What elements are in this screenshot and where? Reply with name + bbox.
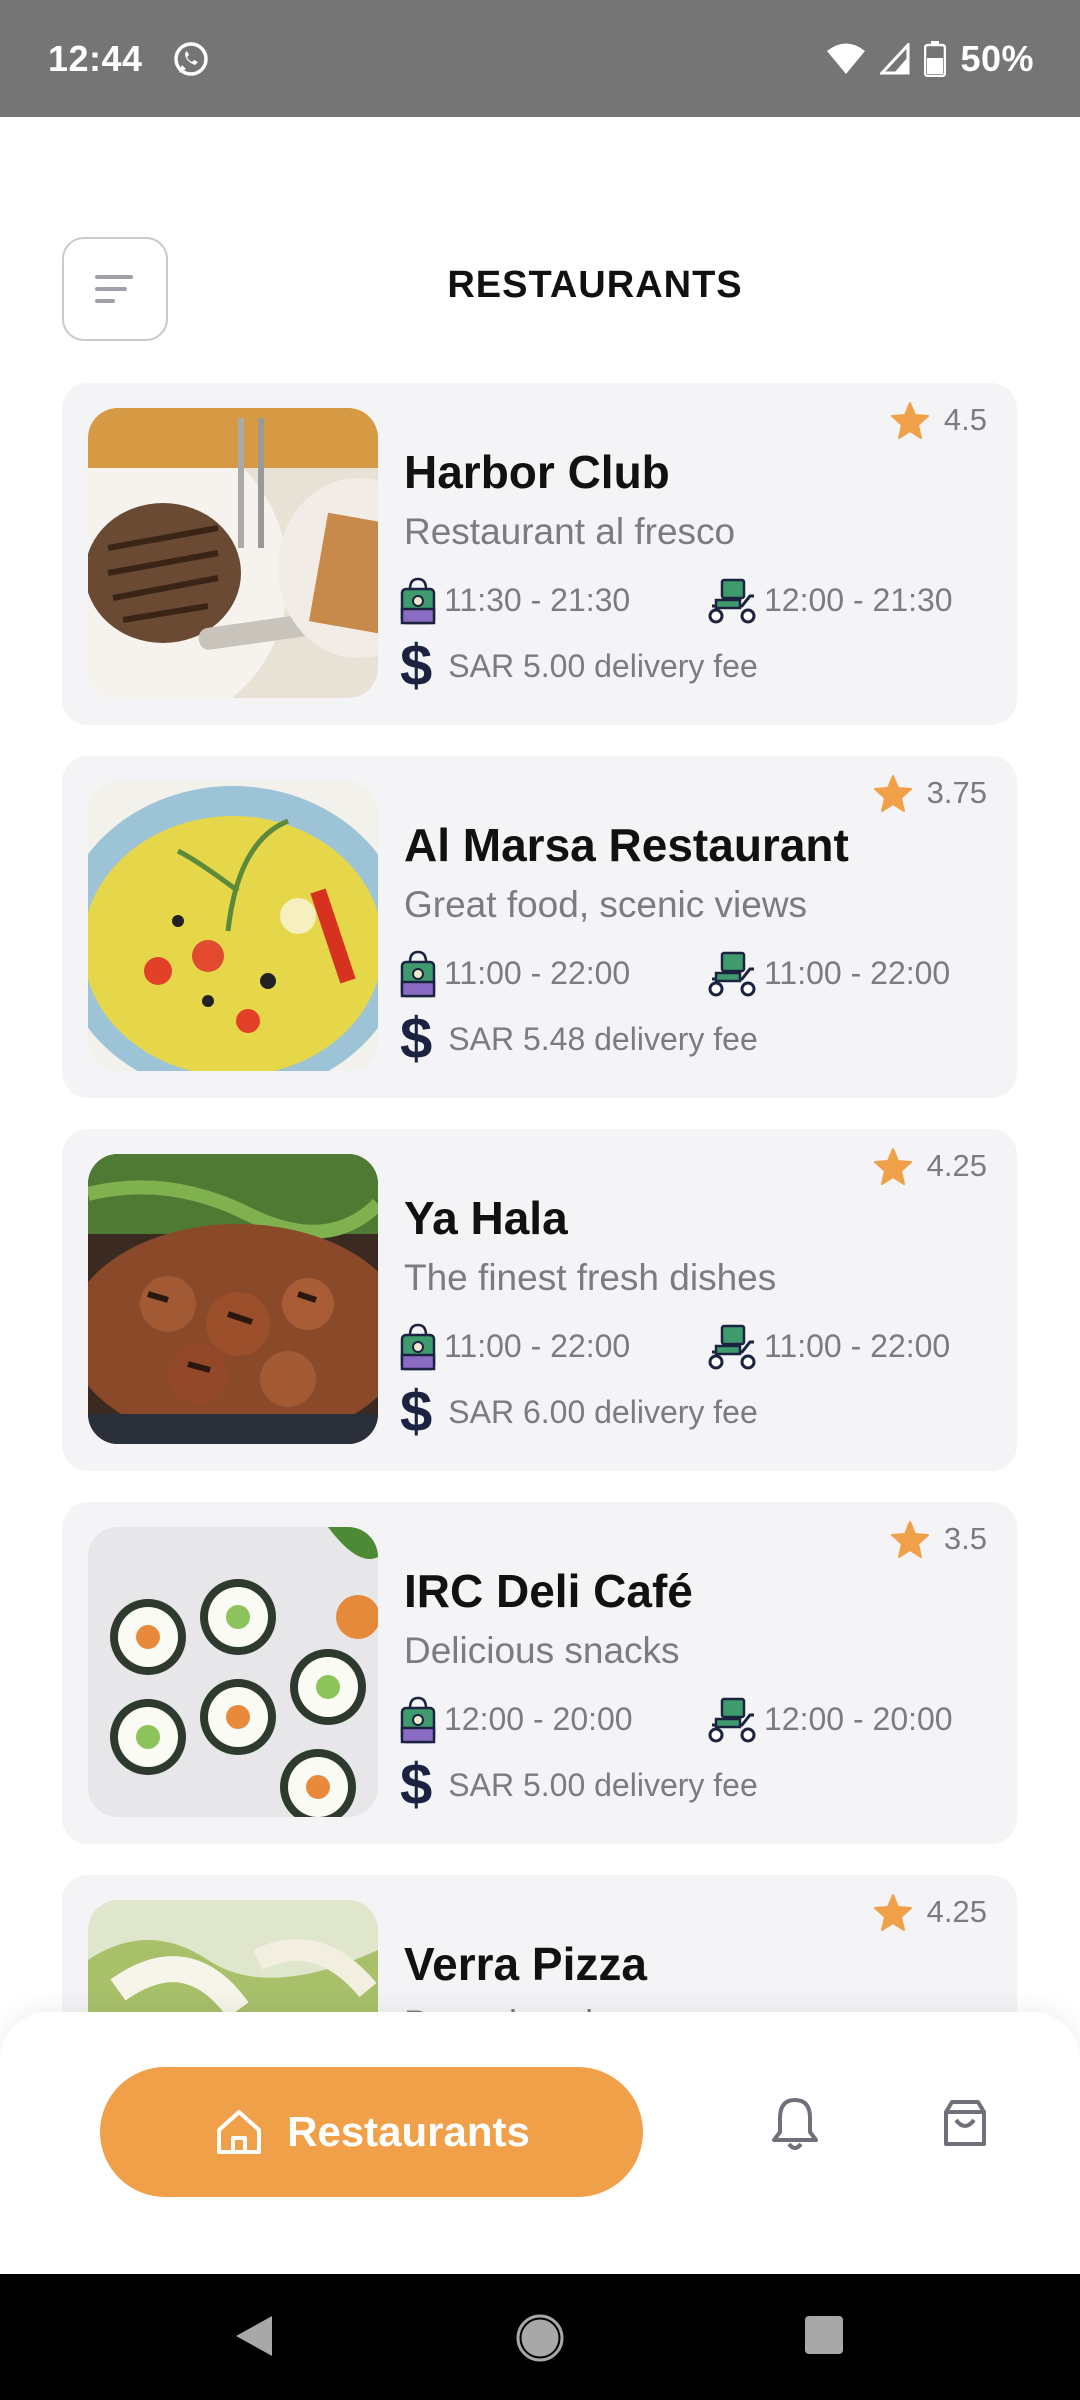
system-nav-bar bbox=[0, 2274, 1080, 2400]
restaurant-image bbox=[88, 781, 378, 1071]
shopping-bag-icon bbox=[944, 2100, 986, 2146]
rating: 3.5 bbox=[890, 1520, 987, 1558]
signal-icon bbox=[880, 42, 910, 74]
restaurant-name: Ya Hala bbox=[404, 1192, 568, 1244]
delivery-scooter-icon bbox=[708, 1324, 756, 1370]
pickup-hours-text: 11:30 - 21:30 bbox=[444, 581, 631, 618]
home-icon bbox=[217, 2110, 262, 2154]
star-icon bbox=[890, 1521, 929, 1558]
nav-restaurants-tab[interactable]: Restaurants bbox=[100, 2067, 643, 2197]
dollar-icon: $ bbox=[400, 1006, 433, 1071]
hours-row: 12:00 - 20:00 12:00 - 20:00 bbox=[398, 1694, 953, 1744]
restaurant-card[interactable]: 4.25 Ya Hala The finest fresh dishes 11:… bbox=[62, 1129, 1017, 1471]
nav-restaurants-label: Restaurants bbox=[287, 2108, 530, 2155]
delivery-fee-text: SAR 6.00 delivery fee bbox=[448, 1393, 758, 1430]
delivery-hours-text: 12:00 - 20:00 bbox=[764, 1700, 953, 1737]
restaurant-image bbox=[88, 408, 378, 698]
page-title: RESTAURANTS bbox=[447, 264, 743, 306]
delivery-hours-text: 11:00 - 22:00 bbox=[764, 1327, 951, 1364]
restaurant-image bbox=[88, 1900, 378, 2013]
restaurant-card[interactable]: 4.5 Harbor Club Restaurant al fresco 11:… bbox=[62, 383, 1017, 725]
rating-value: 4.25 bbox=[926, 1894, 987, 1929]
pickup-hours-text: 12:00 - 20:00 bbox=[444, 1700, 633, 1737]
whatsapp-icon bbox=[173, 41, 208, 76]
star-icon bbox=[873, 1894, 912, 1931]
delivery-fee: $ SAR 5.00 delivery fee bbox=[400, 1756, 758, 1814]
pickup-hours: 12:00 - 20:00 bbox=[398, 1694, 633, 1744]
delivery-hours-text: 12:00 - 21:30 bbox=[764, 581, 953, 618]
dollar-icon: $ bbox=[400, 1752, 433, 1817]
dollar-icon: $ bbox=[400, 1379, 433, 1444]
rating-value: 4.25 bbox=[926, 1148, 987, 1183]
star-icon bbox=[873, 775, 912, 812]
restaurant-name: Verra Pizza bbox=[404, 1938, 647, 1990]
rating: 4.5 bbox=[890, 401, 987, 439]
header: RESTAURANTS bbox=[0, 230, 1080, 341]
notifications-button[interactable] bbox=[762, 2090, 828, 2156]
delivery-scooter-icon bbox=[708, 1697, 756, 1743]
pickup-hours-text: 11:00 - 22:00 bbox=[444, 1327, 631, 1364]
hours-row: 11:00 - 22:00 11:00 - 22:00 bbox=[398, 1321, 950, 1371]
pickup-hours: 11:30 - 21:30 bbox=[398, 575, 630, 625]
restaurant-name: Al Marsa Restaurant bbox=[404, 819, 849, 871]
cart-button[interactable] bbox=[932, 2090, 998, 2156]
pickup-hours: 11:00 - 22:00 bbox=[398, 1321, 630, 1371]
delivery-fee: $ SAR 6.00 delivery fee bbox=[400, 1383, 758, 1441]
home-circle-icon[interactable] bbox=[516, 2314, 564, 2362]
rating: 4.25 bbox=[873, 1147, 987, 1185]
delivery-hours-text: 11:00 - 22:00 bbox=[764, 954, 951, 991]
star-icon bbox=[890, 402, 929, 439]
restaurant-card[interactable]: 3.5 IRC Deli Café Delicious snacks 12:00… bbox=[62, 1502, 1017, 1844]
hours-row: 11:00 - 22:00 11:00 - 22:00 bbox=[398, 948, 950, 998]
restaurant-tagline: Restaurant al fresco bbox=[404, 511, 736, 552]
bottom-nav: Restaurants bbox=[0, 2012, 1080, 2274]
bell-icon bbox=[772, 2098, 818, 2150]
pickup-icon bbox=[400, 950, 436, 998]
delivery-hours: 11:00 - 22:00 bbox=[706, 1322, 950, 1370]
restaurant-tagline: Great food, scenic views bbox=[404, 884, 808, 925]
delivery-hours: 12:00 - 21:30 bbox=[706, 576, 953, 624]
dollar-icon: $ bbox=[400, 633, 433, 698]
rating: 4.25 bbox=[873, 1893, 987, 1931]
delivery-scooter-icon bbox=[708, 578, 756, 624]
pickup-icon bbox=[400, 1323, 436, 1371]
pickup-hours-text: 11:00 - 22:00 bbox=[444, 954, 631, 991]
restaurant-image bbox=[88, 1154, 378, 1444]
star-icon bbox=[873, 1148, 912, 1185]
delivery-fee: $ SAR 5.00 delivery fee bbox=[400, 637, 758, 695]
back-icon[interactable] bbox=[232, 2314, 274, 2358]
restaurant-tagline: The finest fresh dishes bbox=[404, 1257, 777, 1298]
restaurant-tagline: Delicious snacks bbox=[404, 1630, 680, 1671]
rating: 3.75 bbox=[873, 774, 987, 812]
battery-icon bbox=[924, 40, 947, 77]
delivery-hours: 12:00 - 20:00 bbox=[706, 1695, 953, 1743]
rating-value: 3.75 bbox=[926, 775, 987, 810]
recents-icon[interactable] bbox=[803, 2314, 845, 2356]
rating-value: 3.5 bbox=[943, 1521, 987, 1556]
delivery-fee-text: SAR 5.00 delivery fee bbox=[448, 1766, 758, 1803]
battery-percent: 50% bbox=[960, 37, 1034, 79]
restaurant-image bbox=[88, 1527, 378, 1817]
hours-row: 11:30 - 21:30 12:00 - 21:30 bbox=[398, 575, 953, 625]
restaurant-name: IRC Deli Café bbox=[404, 1565, 693, 1617]
status-bar: 12:44 50% bbox=[0, 0, 1080, 117]
restaurant-list[interactable]: 4.5 Harbor Club Restaurant al fresco 11:… bbox=[62, 383, 1017, 2013]
delivery-fee-text: SAR 5.00 delivery fee bbox=[448, 647, 758, 684]
delivery-scooter-icon bbox=[708, 951, 756, 997]
delivery-fee: $ SAR 5.48 delivery fee bbox=[400, 1010, 758, 1068]
pickup-icon bbox=[400, 577, 436, 625]
pickup-icon bbox=[400, 1696, 436, 1744]
status-time: 12:44 bbox=[48, 37, 143, 79]
delivery-fee-text: SAR 5.48 delivery fee bbox=[448, 1020, 758, 1057]
rating-value: 4.5 bbox=[943, 402, 987, 437]
delivery-hours: 11:00 - 22:00 bbox=[706, 949, 950, 997]
restaurant-name: Harbor Club bbox=[404, 446, 670, 498]
wifi-icon bbox=[827, 43, 866, 74]
restaurant-card[interactable]: 3.75 Al Marsa Restaurant Great food, sce… bbox=[62, 756, 1017, 1098]
restaurant-card[interactable]: 4.25 Verra Pizza Best pizza in town $ bbox=[62, 1875, 1017, 2013]
pickup-hours: 11:00 - 22:00 bbox=[398, 948, 630, 998]
